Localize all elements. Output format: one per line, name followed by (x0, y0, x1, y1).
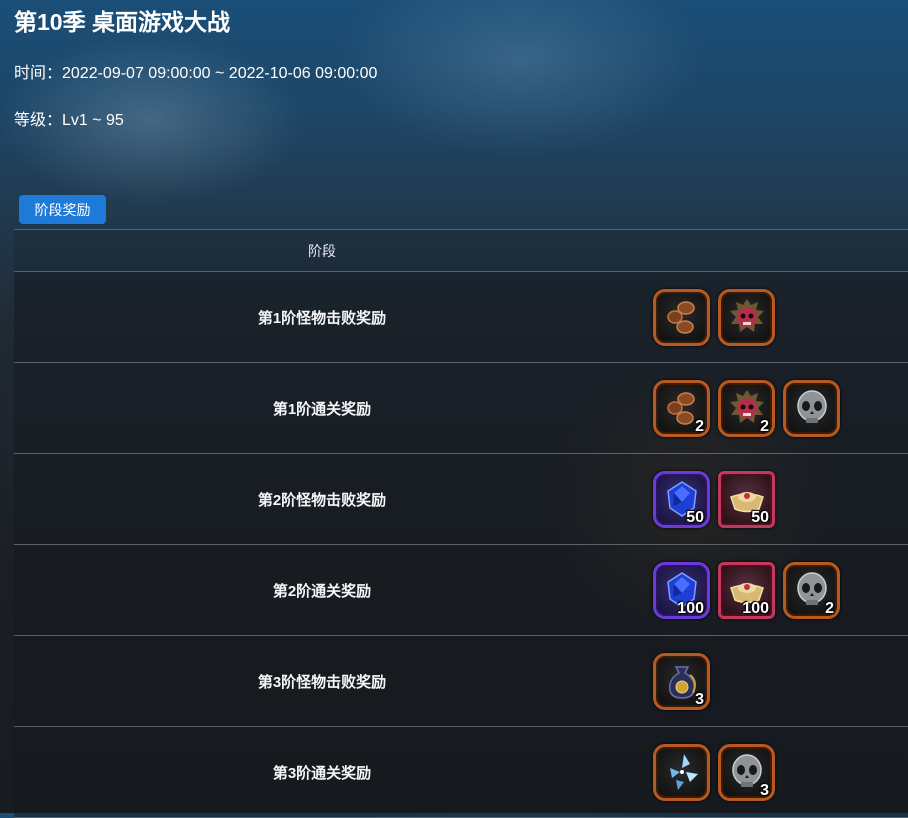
reward-qty: 50 (751, 508, 769, 526)
stage-name: 第3阶怪物击败奖励 (257, 673, 387, 691)
crystal-shards-icon (660, 750, 704, 794)
table-header: 阶段 (14, 229, 908, 272)
reward-list: 3 (653, 743, 775, 801)
table-row: 第3阶怪物击败奖励 3 (14, 636, 908, 727)
reward-item[interactable]: 50 (718, 470, 775, 528)
table-row: 第1阶通关奖励 2 2 (14, 363, 908, 454)
page-title: 第10季 桌面游戏大战 (14, 9, 230, 35)
red-skull-icon (725, 295, 769, 339)
reward-item[interactable]: 2 (783, 561, 840, 619)
tab-stage-rewards[interactable]: 阶段奖励 (19, 195, 106, 224)
stage-name: 第1阶通关奖励 (272, 400, 372, 418)
reward-list: 100 100 2 (653, 561, 840, 619)
reward-list: 2 2 (653, 379, 840, 437)
stage-column-header: 阶段 (308, 242, 336, 259)
event-level: 等级：Lv1 ~ 95 (14, 112, 124, 129)
reward-item[interactable]: 2 (653, 379, 710, 437)
rewards-table: 阶段 第1阶怪物击败奖励 第1阶通关奖励 2 2 第2阶怪物击败奖励 50 50… (14, 229, 908, 818)
event-time: 时间：2022-09-07 09:00:00 ~ 2022-10-06 09:0… (14, 65, 378, 82)
stage-name: 第1阶怪物击败奖励 (257, 309, 387, 327)
reward-item[interactable]: 3 (718, 743, 775, 801)
coins-icon (660, 295, 704, 339)
reward-item[interactable] (653, 288, 710, 346)
reward-list (653, 288, 775, 346)
reward-qty: 2 (695, 417, 704, 435)
reward-list: 3 (653, 652, 710, 710)
reward-qty: 3 (695, 690, 704, 708)
reward-item[interactable]: 50 (653, 470, 710, 528)
reward-qty: 50 (686, 508, 704, 526)
gray-skull-icon (790, 386, 834, 430)
reward-qty: 2 (760, 417, 769, 435)
table-row: 第2阶通关奖励 100 100 2 (14, 545, 908, 636)
reward-qty: 2 (825, 599, 834, 617)
stage-name: 第2阶怪物击败奖励 (257, 491, 387, 509)
reward-qty: 3 (760, 781, 769, 799)
reward-qty: 100 (742, 599, 769, 617)
reward-item[interactable]: 100 (653, 561, 710, 619)
stage-name: 第3阶通关奖励 (272, 764, 372, 782)
table-row: 第1阶怪物击败奖励 (14, 272, 908, 363)
reward-item[interactable]: 3 (653, 652, 710, 710)
reward-item[interactable] (783, 379, 840, 437)
reward-qty: 100 (677, 599, 704, 617)
reward-item[interactable] (653, 743, 710, 801)
table-row: 第2阶怪物击败奖励 50 50 (14, 454, 908, 545)
table-row: 第3阶通关奖励 3 (14, 727, 908, 818)
reward-item[interactable]: 2 (718, 379, 775, 437)
reward-item[interactable]: 100 (718, 561, 775, 619)
stage-name: 第2阶通关奖励 (272, 582, 372, 600)
reward-list: 50 50 (653, 470, 775, 528)
reward-item[interactable] (718, 288, 775, 346)
